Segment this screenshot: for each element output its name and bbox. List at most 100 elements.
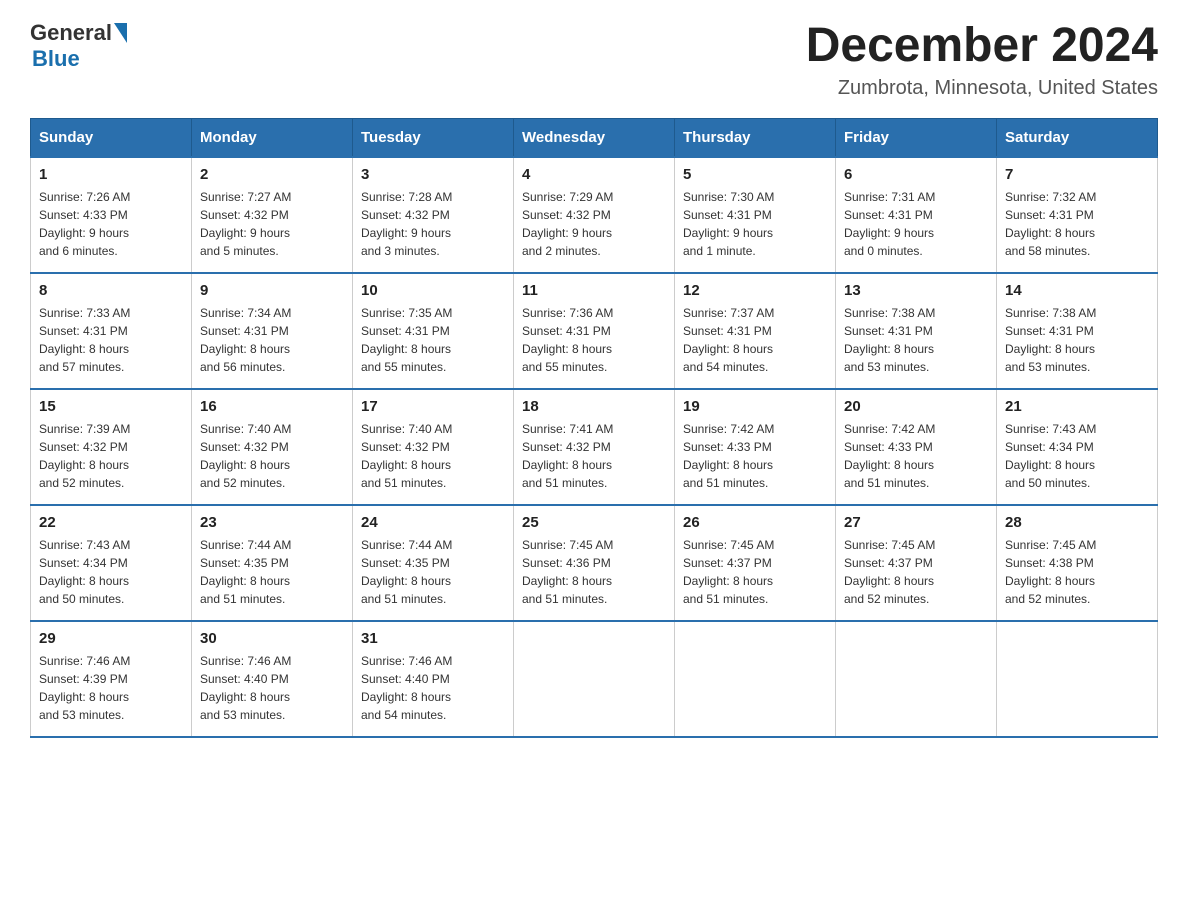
calendar-header-wednesday: Wednesday (514, 118, 675, 157)
daylight-label: Daylight: 9 hours (39, 226, 129, 240)
daylight-label: Daylight: 8 hours (200, 690, 290, 704)
sunrise-label: Sunrise: 7:42 AM (683, 422, 774, 436)
day-info: Sunrise: 7:28 AM Sunset: 4:32 PM Dayligh… (361, 188, 505, 260)
day-info: Sunrise: 7:34 AM Sunset: 4:31 PM Dayligh… (200, 304, 344, 376)
daylight-label: Daylight: 8 hours (1005, 342, 1095, 356)
daylight-minutes: and 51 minutes. (844, 476, 929, 490)
calendar-header-row: SundayMondayTuesdayWednesdayThursdayFrid… (31, 118, 1158, 157)
sunrise-label: Sunrise: 7:40 AM (200, 422, 291, 436)
logo-blue-text: Blue (32, 46, 80, 71)
day-info: Sunrise: 7:46 AM Sunset: 4:40 PM Dayligh… (361, 652, 505, 724)
daylight-label: Daylight: 8 hours (39, 690, 129, 704)
daylight-minutes: and 54 minutes. (683, 360, 768, 374)
sunset-label: Sunset: 4:31 PM (1005, 208, 1094, 222)
calendar-cell: 20 Sunrise: 7:42 AM Sunset: 4:33 PM Dayl… (836, 389, 997, 505)
calendar-cell: 24 Sunrise: 7:44 AM Sunset: 4:35 PM Dayl… (353, 505, 514, 621)
sunset-label: Sunset: 4:40 PM (361, 672, 450, 686)
day-info: Sunrise: 7:41 AM Sunset: 4:32 PM Dayligh… (522, 420, 666, 492)
day-info: Sunrise: 7:40 AM Sunset: 4:32 PM Dayligh… (361, 420, 505, 492)
daylight-label: Daylight: 8 hours (522, 458, 612, 472)
calendar-cell (997, 621, 1158, 737)
calendar-header-tuesday: Tuesday (353, 118, 514, 157)
calendar-week-row: 22 Sunrise: 7:43 AM Sunset: 4:34 PM Dayl… (31, 505, 1158, 621)
day-number: 23 (200, 514, 344, 531)
day-number: 6 (844, 166, 988, 183)
day-number: 3 (361, 166, 505, 183)
day-info: Sunrise: 7:45 AM Sunset: 4:38 PM Dayligh… (1005, 536, 1149, 608)
daylight-label: Daylight: 8 hours (39, 574, 129, 588)
daylight-minutes: and 51 minutes. (522, 476, 607, 490)
page-subtitle: Zumbrota, Minnesota, United States (806, 77, 1158, 100)
day-number: 21 (1005, 398, 1149, 415)
daylight-label: Daylight: 8 hours (844, 574, 934, 588)
daylight-label: Daylight: 8 hours (844, 458, 934, 472)
daylight-minutes: and 52 minutes. (844, 592, 929, 606)
daylight-minutes: and 51 minutes. (683, 592, 768, 606)
calendar-cell: 30 Sunrise: 7:46 AM Sunset: 4:40 PM Dayl… (192, 621, 353, 737)
sunrise-label: Sunrise: 7:38 AM (844, 306, 935, 320)
daylight-minutes: and 6 minutes. (39, 244, 118, 258)
day-number: 27 (844, 514, 988, 531)
calendar-cell: 17 Sunrise: 7:40 AM Sunset: 4:32 PM Dayl… (353, 389, 514, 505)
calendar-cell: 3 Sunrise: 7:28 AM Sunset: 4:32 PM Dayli… (353, 157, 514, 273)
calendar-cell: 5 Sunrise: 7:30 AM Sunset: 4:31 PM Dayli… (675, 157, 836, 273)
calendar-cell: 31 Sunrise: 7:46 AM Sunset: 4:40 PM Dayl… (353, 621, 514, 737)
daylight-label: Daylight: 8 hours (39, 342, 129, 356)
sunrise-label: Sunrise: 7:34 AM (200, 306, 291, 320)
calendar-week-row: 15 Sunrise: 7:39 AM Sunset: 4:32 PM Dayl… (31, 389, 1158, 505)
daylight-label: Daylight: 8 hours (1005, 574, 1095, 588)
daylight-label: Daylight: 8 hours (683, 458, 773, 472)
sunset-label: Sunset: 4:31 PM (200, 324, 289, 338)
sunrise-label: Sunrise: 7:44 AM (361, 538, 452, 552)
daylight-label: Daylight: 8 hours (361, 574, 451, 588)
calendar-cell: 23 Sunrise: 7:44 AM Sunset: 4:35 PM Dayl… (192, 505, 353, 621)
sunset-label: Sunset: 4:40 PM (200, 672, 289, 686)
daylight-label: Daylight: 8 hours (39, 458, 129, 472)
sunset-label: Sunset: 4:32 PM (39, 440, 128, 454)
sunset-label: Sunset: 4:33 PM (683, 440, 772, 454)
daylight-label: Daylight: 8 hours (361, 690, 451, 704)
calendar-cell: 25 Sunrise: 7:45 AM Sunset: 4:36 PM Dayl… (514, 505, 675, 621)
sunrise-label: Sunrise: 7:43 AM (1005, 422, 1096, 436)
day-info: Sunrise: 7:45 AM Sunset: 4:37 PM Dayligh… (683, 536, 827, 608)
sunrise-label: Sunrise: 7:45 AM (844, 538, 935, 552)
day-info: Sunrise: 7:44 AM Sunset: 4:35 PM Dayligh… (361, 536, 505, 608)
calendar-cell: 4 Sunrise: 7:29 AM Sunset: 4:32 PM Dayli… (514, 157, 675, 273)
sunset-label: Sunset: 4:34 PM (1005, 440, 1094, 454)
calendar-cell: 10 Sunrise: 7:35 AM Sunset: 4:31 PM Dayl… (353, 273, 514, 389)
sunset-label: Sunset: 4:32 PM (522, 208, 611, 222)
calendar-cell: 28 Sunrise: 7:45 AM Sunset: 4:38 PM Dayl… (997, 505, 1158, 621)
daylight-label: Daylight: 8 hours (522, 574, 612, 588)
sunrise-label: Sunrise: 7:45 AM (1005, 538, 1096, 552)
calendar-cell: 26 Sunrise: 7:45 AM Sunset: 4:37 PM Dayl… (675, 505, 836, 621)
sunset-label: Sunset: 4:31 PM (522, 324, 611, 338)
day-info: Sunrise: 7:33 AM Sunset: 4:31 PM Dayligh… (39, 304, 183, 376)
sunset-label: Sunset: 4:39 PM (39, 672, 128, 686)
daylight-minutes: and 54 minutes. (361, 708, 446, 722)
day-number: 16 (200, 398, 344, 415)
sunrise-label: Sunrise: 7:32 AM (1005, 190, 1096, 204)
calendar-week-row: 8 Sunrise: 7:33 AM Sunset: 4:31 PM Dayli… (31, 273, 1158, 389)
sunset-label: Sunset: 4:35 PM (361, 556, 450, 570)
day-number: 18 (522, 398, 666, 415)
sunset-label: Sunset: 4:36 PM (522, 556, 611, 570)
day-info: Sunrise: 7:38 AM Sunset: 4:31 PM Dayligh… (844, 304, 988, 376)
calendar-week-row: 1 Sunrise: 7:26 AM Sunset: 4:33 PM Dayli… (31, 157, 1158, 273)
day-info: Sunrise: 7:31 AM Sunset: 4:31 PM Dayligh… (844, 188, 988, 260)
day-info: Sunrise: 7:38 AM Sunset: 4:31 PM Dayligh… (1005, 304, 1149, 376)
sunrise-label: Sunrise: 7:29 AM (522, 190, 613, 204)
daylight-label: Daylight: 9 hours (522, 226, 612, 240)
daylight-minutes: and 53 minutes. (844, 360, 929, 374)
day-number: 2 (200, 166, 344, 183)
daylight-minutes: and 52 minutes. (39, 476, 124, 490)
sunset-label: Sunset: 4:32 PM (522, 440, 611, 454)
daylight-minutes: and 1 minute. (683, 244, 756, 258)
calendar-header-friday: Friday (836, 118, 997, 157)
day-number: 29 (39, 630, 183, 647)
calendar-cell: 15 Sunrise: 7:39 AM Sunset: 4:32 PM Dayl… (31, 389, 192, 505)
daylight-minutes: and 52 minutes. (1005, 592, 1090, 606)
daylight-label: Daylight: 9 hours (844, 226, 934, 240)
daylight-label: Daylight: 8 hours (200, 458, 290, 472)
calendar-cell: 29 Sunrise: 7:46 AM Sunset: 4:39 PM Dayl… (31, 621, 192, 737)
sunrise-label: Sunrise: 7:46 AM (361, 654, 452, 668)
